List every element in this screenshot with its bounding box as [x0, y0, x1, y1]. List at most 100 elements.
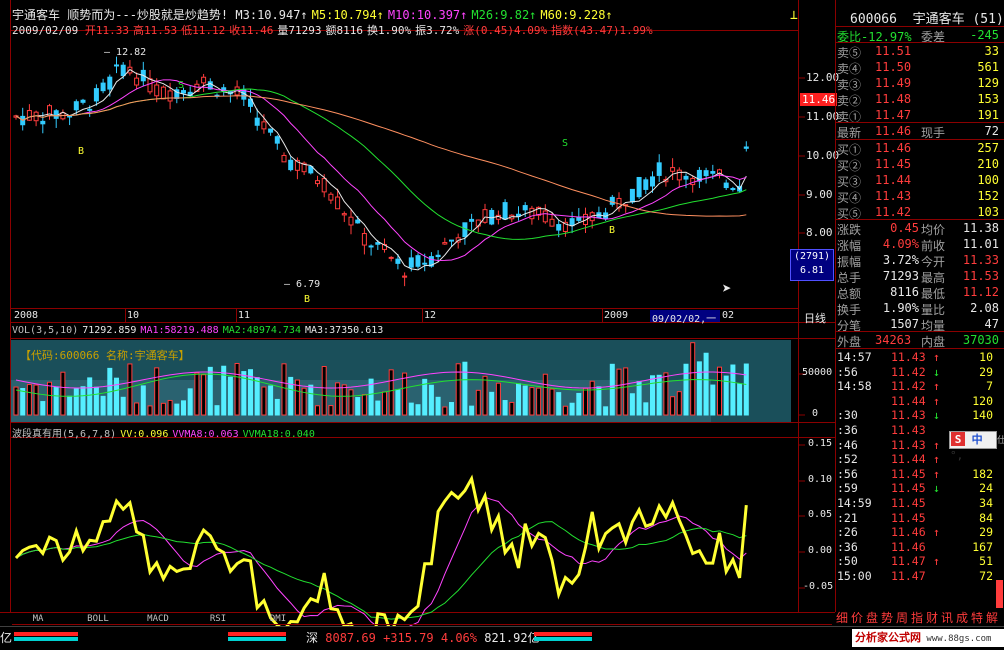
index-ticker[interactable]: 深 8087.69 +315.79 4.06% 821.92亿 — [306, 629, 540, 646]
quote-tab-9[interactable]: 特 — [971, 609, 983, 626]
period-label[interactable]: 日线 — [804, 310, 826, 326]
quote-tab-2[interactable]: 盘 — [866, 609, 878, 626]
candle-body — [522, 205, 528, 211]
ask-row-2[interactable]: 卖④ 11.50 561 — [835, 59, 1003, 76]
volume-bar — [147, 405, 153, 416]
tick-time: :46 — [837, 437, 858, 452]
candle-body — [388, 256, 394, 259]
stat-value-2: 11.01 — [962, 237, 999, 251]
ime-tray-icon[interactable]: 仕 — [997, 433, 1004, 446]
ask-row-4[interactable]: 卖② 11.48 153 — [835, 91, 1003, 108]
ask-row-3[interactable]: 卖③ 11.49 129 — [835, 75, 1003, 92]
candle-body — [201, 76, 207, 84]
pin-icon[interactable]: ⊥ — [790, 8, 798, 23]
volume-bar — [328, 405, 334, 416]
bid-row-5[interactable]: 买⑤ 11.42 103 — [835, 204, 1003, 221]
ma10-line — [15, 79, 747, 262]
ohlc-value-6: 换1.90% — [366, 24, 412, 37]
candle-body — [670, 167, 676, 172]
volume-bar — [120, 396, 126, 416]
volume-bar — [663, 372, 669, 416]
tick-row: :52 11.44 ↑ — [835, 452, 1003, 467]
bid-price: 11.45 — [875, 157, 912, 171]
ime-widget[interactable]: S 中 °, — [949, 431, 997, 462]
tick-price: 11.43 — [891, 423, 926, 437]
candle-body — [274, 136, 280, 144]
x-label-02: 02 — [722, 310, 735, 321]
ask-vol: 129 — [977, 76, 999, 90]
candle-body — [402, 275, 408, 278]
ask-row-5[interactable]: 卖① 11.47 191 — [835, 107, 1003, 124]
ime-punct-icon[interactable]: °, — [950, 449, 963, 462]
tick-price: 11.47 — [891, 569, 926, 583]
status-bar-down — [14, 637, 78, 641]
candle-body — [703, 170, 709, 177]
tick-vol: 34 — [979, 496, 993, 510]
quote-tab-7[interactable]: 讯 — [941, 609, 953, 626]
tick-row: 14:59 11.45 34 — [835, 496, 1003, 511]
ime-lang[interactable]: 中 — [972, 433, 983, 446]
ask-vol: 153 — [977, 92, 999, 106]
quote-seq: (51) — [972, 12, 1004, 27]
tick-scrollbar[interactable] — [996, 580, 1003, 608]
quote-tab-3[interactable]: 势 — [881, 609, 893, 626]
quote-tab-6[interactable]: 财 — [926, 609, 938, 626]
tick-time: 14:59 — [837, 496, 872, 510]
volume-bar — [489, 391, 495, 416]
volume-bar — [201, 374, 207, 416]
volume-bar — [730, 364, 736, 416]
volume-bar — [516, 383, 521, 416]
stat-value: 1507 — [890, 317, 919, 331]
vol-tick-50000: 50000 — [802, 367, 833, 378]
quote-name: 宇通客车 — [912, 12, 965, 27]
bid-row-2[interactable]: 买② 11.45 210 — [835, 156, 1003, 173]
quote-tab-10[interactable]: 解 — [986, 609, 998, 626]
volume-bar — [20, 388, 26, 416]
tick-price: 11.44 — [891, 393, 926, 408]
volume-bar — [167, 399, 173, 416]
volume-header: VOL(3,5,10) 71292.859 MA1:58219.488 MA2:489… — [12, 325, 387, 336]
quote-tab-8[interactable]: 成 — [956, 609, 968, 626]
bid-row-1[interactable]: 买① 11.46 257 — [835, 140, 1003, 157]
candle-body — [321, 178, 327, 193]
volume-bar — [40, 401, 46, 416]
quote-bottom-tabs[interactable]: 细价盘势周指财讯成特解 — [836, 609, 1004, 626]
quote-tab-0[interactable]: 细 — [836, 609, 848, 626]
buy-signal-2: B — [304, 294, 311, 305]
quote-tab-4[interactable]: 周 — [896, 609, 908, 626]
quote-title: 600066 宇通客车 (51) — [850, 8, 1004, 27]
slogan: 顺势而为---炒股就是炒趋势! — [67, 8, 229, 22]
candle-body — [134, 77, 140, 86]
bid-price: 11.44 — [875, 173, 912, 187]
volume-bar — [388, 369, 394, 416]
candle-body — [315, 180, 320, 185]
quote-tab-5[interactable]: 指 — [911, 609, 923, 626]
volume-bar — [576, 392, 582, 416]
ask-row-1[interactable]: 卖⑤ 11.51 33 — [835, 43, 1003, 60]
x-label-12: 12 — [424, 310, 437, 321]
tick-row: :56 11.45 ↑ 182 — [835, 467, 1003, 482]
tick-price: 11.42 — [891, 379, 926, 394]
volume-bar — [522, 385, 528, 416]
tick-price: 11.45 — [891, 510, 926, 525]
ma-value-3: M26:9.82↑ — [471, 8, 537, 22]
volume-bar — [214, 405, 220, 416]
quote-tab-1[interactable]: 价 — [851, 609, 863, 626]
vol-tick-0: 0 — [812, 408, 819, 419]
ind-header-value-3: VVMA18:0.040 — [242, 429, 315, 440]
volume-bar — [73, 388, 79, 416]
bid-row-4[interactable]: 买④ 11.43 152 — [835, 188, 1003, 205]
volume-bar — [469, 405, 475, 416]
volume-bar — [475, 389, 481, 416]
volume-bar — [26, 384, 32, 416]
tick-price: 11.45 — [891, 496, 926, 510]
volume-bar — [194, 372, 200, 416]
ask-price: 11.50 — [875, 60, 912, 74]
tick-vol: 7 — [986, 379, 993, 394]
candle-body — [743, 146, 749, 149]
bar-date: 2009/02/09 — [12, 24, 79, 37]
volume-bar — [569, 402, 575, 416]
tick-price: 11.43 — [891, 408, 926, 423]
volume-bar — [47, 381, 52, 416]
bid-row-3[interactable]: 买③ 11.44 100 — [835, 172, 1003, 189]
